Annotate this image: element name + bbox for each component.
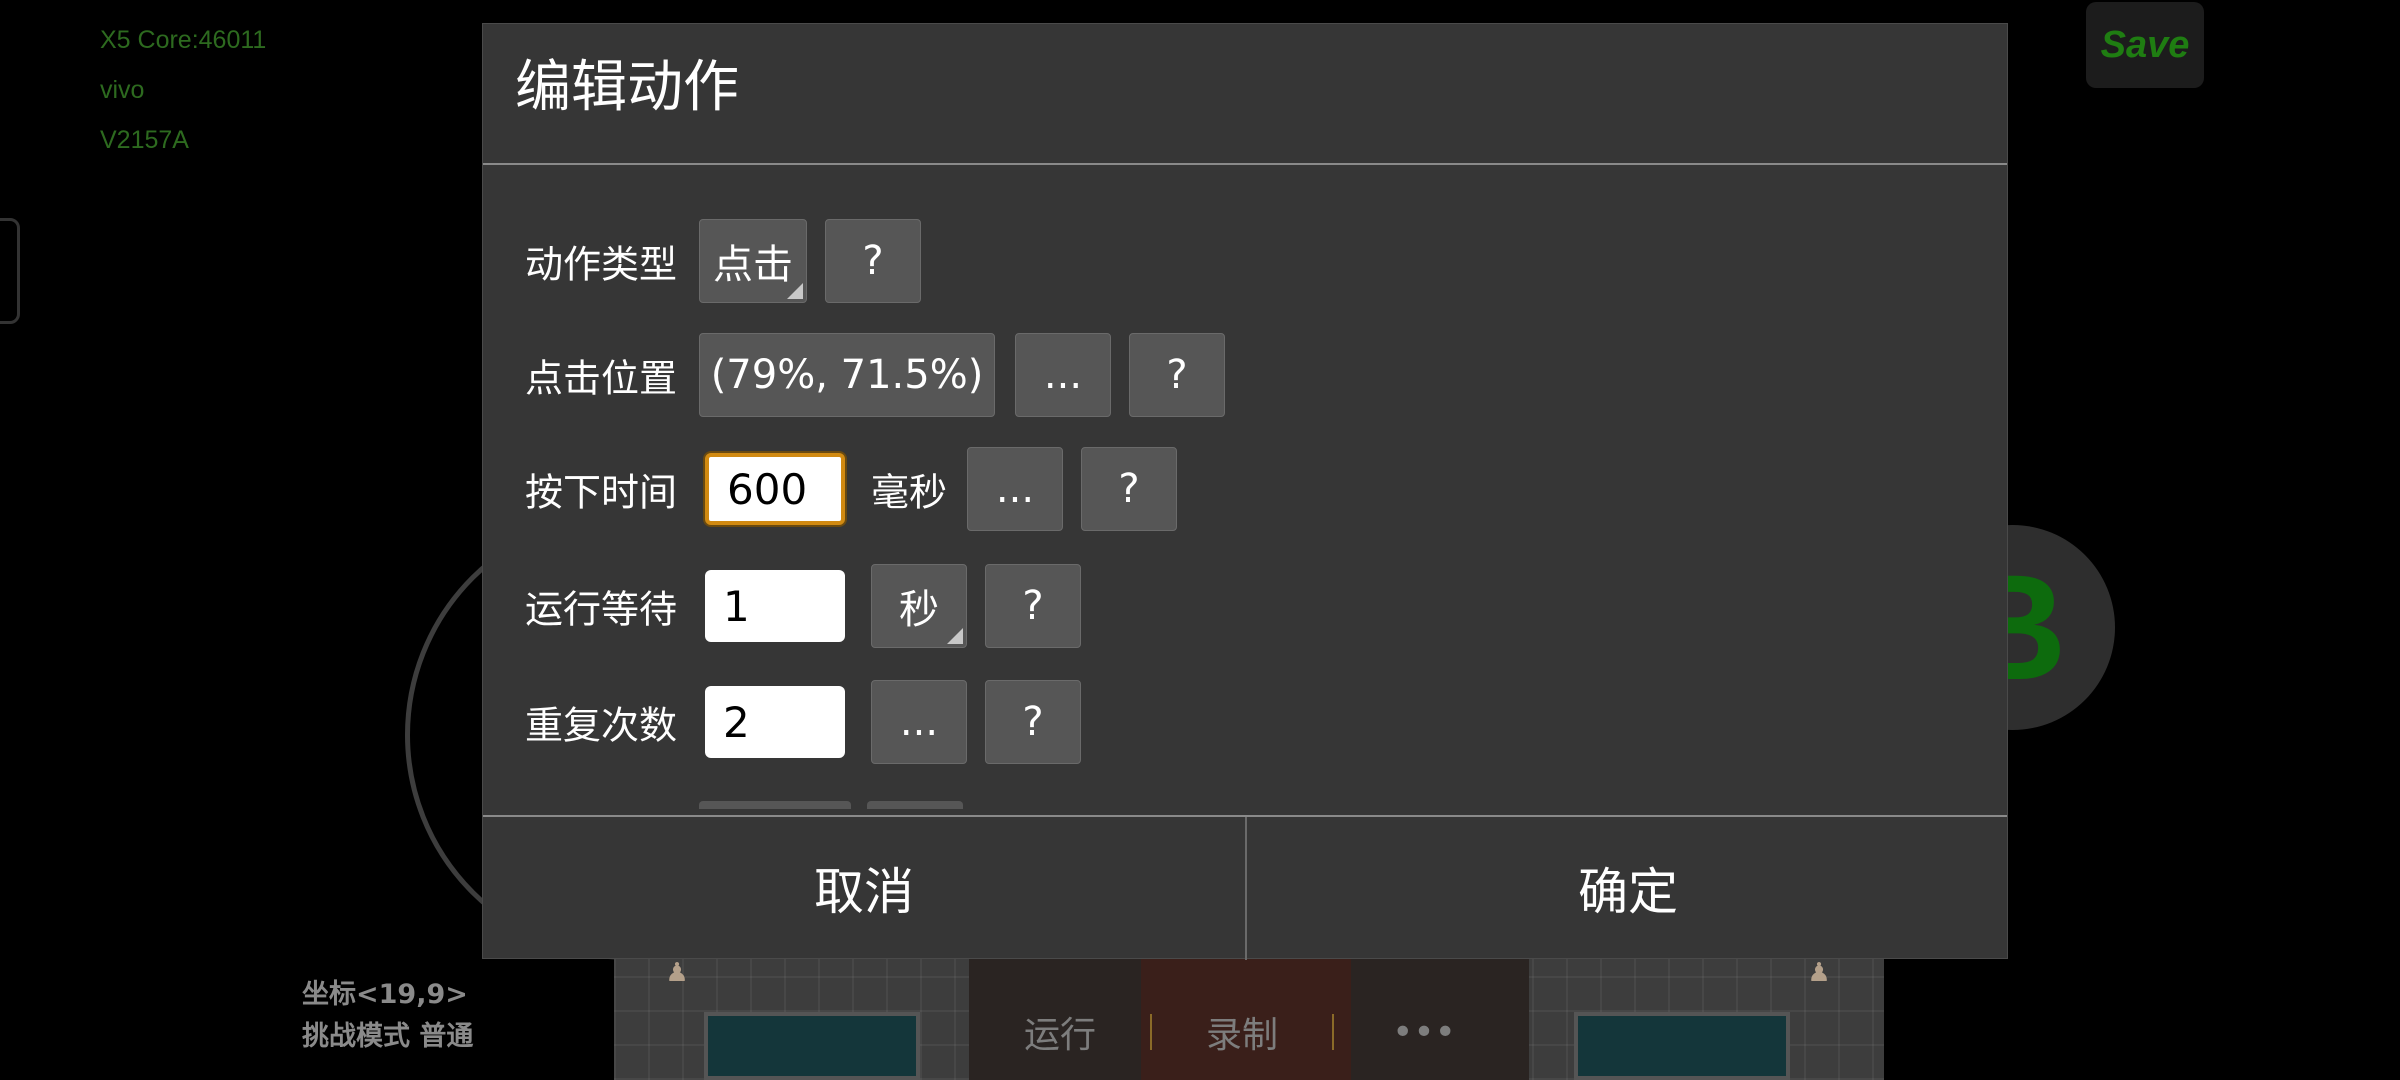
edit-action-dialog: 编辑动作 动作类型 点击 ? 点击位置 (79%, 71.5%) ... ? 按… bbox=[482, 23, 2009, 960]
run-wait-unit-select[interactable]: 秒 bbox=[871, 564, 967, 648]
device-core-text: X5 Core:46011 bbox=[100, 26, 267, 54]
repeat-count-help-button[interactable]: ? bbox=[985, 680, 1081, 764]
run-wait-help-button[interactable]: ? bbox=[985, 564, 1081, 648]
confirm-button[interactable]: 确定 bbox=[1247, 817, 2009, 959]
player-sprite: ♟ bbox=[665, 958, 689, 988]
action-type-row: 动作类型 点击 ? bbox=[483, 219, 2007, 303]
screen: X5 Core:46011 vivo V2157A Save B ♟ ♟ 坐标<… bbox=[0, 0, 2400, 1080]
bottom-toolbar: 运行 录制 ••• bbox=[970, 1002, 1514, 1062]
press-time-label: 按下时间 bbox=[525, 470, 678, 515]
run-wait-label: 运行等待 bbox=[525, 587, 678, 632]
more-menu-button[interactable]: ••• bbox=[1334, 1012, 1514, 1053]
map-pool-right bbox=[1574, 1012, 1790, 1080]
map-pool-left bbox=[704, 1012, 920, 1080]
press-time-more-button[interactable]: ... bbox=[967, 447, 1063, 531]
dialog-title: 编辑动作 bbox=[515, 55, 739, 120]
click-position-more-button[interactable]: ... bbox=[1015, 333, 1111, 417]
npc-sprite: ♟ bbox=[1807, 958, 1831, 988]
device-model-text: V2157A bbox=[100, 126, 189, 154]
repeat-count-row: 重复次数 2 ... ? bbox=[483, 680, 2007, 764]
dialog-body[interactable]: 动作类型 点击 ? 点击位置 (79%, 71.5%) ... ? 按下时间 6… bbox=[483, 165, 2007, 809]
repeat-count-label: 重复次数 bbox=[525, 703, 678, 748]
run-wait-input[interactable]: 1 bbox=[705, 570, 845, 642]
press-time-input[interactable]: 600 bbox=[705, 453, 845, 525]
action-type-select[interactable]: 点击 bbox=[699, 219, 807, 303]
action-type-help-button[interactable]: ? bbox=[825, 219, 921, 303]
repeat-count-more-button[interactable]: ... bbox=[871, 680, 967, 764]
next-row-field[interactable] bbox=[699, 801, 851, 809]
click-position-row: 点击位置 (79%, 71.5%) ... ? bbox=[483, 333, 2007, 417]
side-drawer-handle[interactable] bbox=[0, 218, 20, 324]
press-time-help-button[interactable]: ? bbox=[1081, 447, 1177, 531]
press-time-row: 按下时间 600 毫秒 ... ? bbox=[483, 447, 2007, 531]
cancel-button[interactable]: 取消 bbox=[483, 817, 1245, 959]
click-position-label: 点击位置 bbox=[525, 356, 678, 401]
device-brand-text: vivo bbox=[100, 76, 145, 104]
save-button[interactable]: Save bbox=[2086, 2, 2204, 88]
click-position-button[interactable]: (79%, 71.5%) bbox=[699, 333, 995, 417]
run-button[interactable]: 运行 bbox=[970, 1006, 1150, 1058]
click-position-help-button[interactable]: ? bbox=[1129, 333, 1225, 417]
repeat-count-input[interactable]: 2 bbox=[705, 686, 845, 758]
run-wait-row: 运行等待 1 秒 ? bbox=[483, 564, 2007, 648]
coordinate-text: 坐标<19,9> bbox=[302, 979, 468, 1010]
record-button[interactable]: 录制 bbox=[1152, 1006, 1332, 1058]
mode-text: 挑战模式 普通 bbox=[302, 1021, 474, 1052]
action-type-label: 动作类型 bbox=[525, 242, 678, 287]
next-row-button[interactable] bbox=[867, 801, 963, 809]
press-time-unit: 毫秒 bbox=[871, 470, 948, 515]
